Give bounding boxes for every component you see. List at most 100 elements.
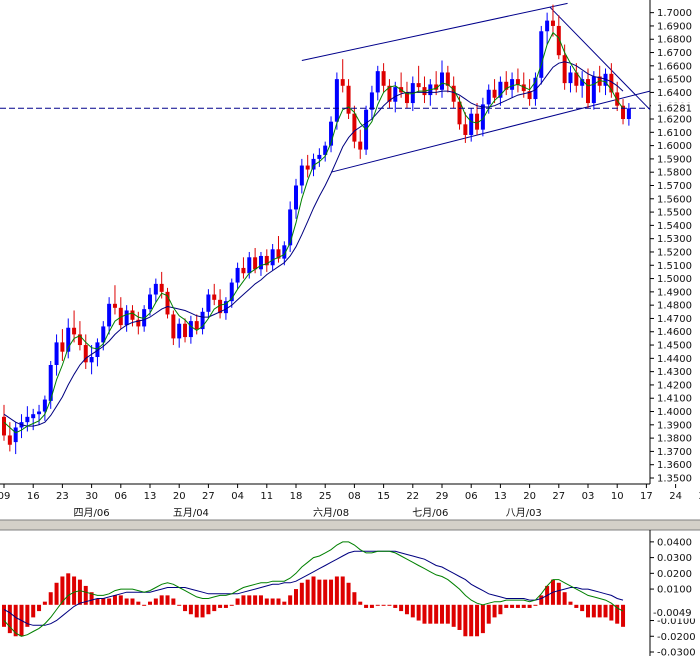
macd-histogram-bar [270,598,275,605]
price-tick-label: 1.6800 [657,35,692,46]
candle-body [153,283,158,295]
macd-histogram-bar [469,604,474,637]
day-tick-label: 27 [552,491,565,502]
macd-histogram-bar [72,576,77,605]
candle-body [346,85,351,114]
day-tick-label: 30 [85,491,98,502]
price-tick-label: 1.6000 [657,141,692,152]
macd-histogram-bar [288,595,293,605]
price-tick-label: 1.6400 [657,88,692,99]
macd-histogram-bar [451,604,456,627]
macd-histogram-bar [148,601,152,605]
day-tick-label: 13 [494,491,507,502]
candle-body [550,20,555,26]
macd-histogram-bar [533,604,538,606]
last-price-label: 1.6281 [657,104,692,115]
price-tick-label: 1.3900 [657,420,692,431]
macd-histogram-bar [562,592,567,605]
candle-body [469,113,474,135]
macd-histogram-bar [54,582,59,605]
month-tick-label: 八月/03 [506,507,542,519]
macd-histogram-bar [200,604,205,618]
candle-body [393,87,398,102]
candle-body [7,435,12,445]
candle-body [334,79,339,122]
candle-body [340,79,345,86]
candle-body [375,71,380,93]
macd-histogram-bar [223,604,228,608]
day-tick-label: 04 [231,491,244,502]
macd-histogram-bar [375,604,380,606]
macd-histogram-bar [305,579,310,605]
macd-histogram-bar [2,604,6,627]
candle-body [305,165,310,170]
price-tick-label: 1.4900 [657,287,692,298]
candle-body [294,185,298,210]
macd-histogram-bar [369,604,374,608]
macd-histogram-bar [253,595,258,605]
macd-histogram-bar [527,604,532,608]
macd-tick-label: -0.0200 [657,632,696,643]
month-tick-label: 六月/08 [313,507,349,519]
price-tick-label: 1.4700 [657,314,692,325]
macd-histogram-bar [387,604,392,606]
macd-tick-label: 0.0300 [657,553,692,564]
candle-body [25,416,30,423]
candle-body [235,267,240,283]
macd-histogram-bar [235,598,240,605]
macd-histogram-bar [37,604,42,612]
macd-histogram-bar [329,579,334,605]
candle-body [194,321,199,330]
month-tick-label: 五月/04 [173,507,209,519]
macd-histogram-bar [66,573,71,605]
candle-body [148,294,152,310]
price-tick-label: 1.6600 [657,61,692,72]
price-tick-label: 1.3600 [657,460,692,471]
macd-histogram-bar [159,595,164,605]
macd-histogram-bar [364,604,369,608]
candle-body [440,72,444,90]
macd-histogram-bar [580,604,585,612]
panel-separator [0,520,700,530]
candle-body [416,83,421,88]
macd-histogram-bar [340,576,345,605]
candle-body [247,257,252,274]
price-tick-label: 1.5200 [657,247,692,258]
macd-tick-label: 0.0200 [657,569,692,580]
macd-histogram-bar [124,598,129,605]
candle-body [112,303,117,308]
macd-histogram-bar [410,604,415,618]
macd-histogram-bar [597,604,602,618]
macd-histogram-bar [317,579,322,605]
price-tick-label: 1.5700 [657,181,692,192]
candle-body [288,209,293,246]
macd-histogram-bar [188,604,193,615]
price-tick-label: 1.5500 [657,208,692,219]
macd-histogram-bar [107,598,112,605]
price-tick-label: 1.6700 [657,48,692,59]
candle-body [591,76,596,104]
candle-body [130,310,135,320]
macd-histogram-bar [42,601,47,605]
macd-histogram-bar [556,582,561,605]
macd-histogram-bar [183,604,188,612]
macd-histogram-bar [171,598,176,605]
macd-histogram-bar [381,604,386,606]
day-tick-label: 20 [173,491,186,502]
month-tick-label: 四月/06 [74,507,110,519]
macd-histogram-bar [229,604,234,606]
macd-histogram-bar [504,604,509,608]
macd-histogram-bar [358,601,363,605]
macd-histogram-bar [334,576,339,605]
macd-histogram-bar [264,598,269,605]
candle [539,25,544,85]
price-tick-label: 1.5900 [657,154,692,165]
macd-histogram-bar [153,598,158,605]
candle-body [352,113,357,142]
macd-histogram-bar [165,595,170,605]
macd-tick-label: -0.0300 [657,648,696,656]
macd-histogram-bar [352,592,357,605]
day-tick-label: 20 [523,491,536,502]
macd-histogram-bar [218,604,223,608]
day-tick-label: 03 [582,491,595,502]
